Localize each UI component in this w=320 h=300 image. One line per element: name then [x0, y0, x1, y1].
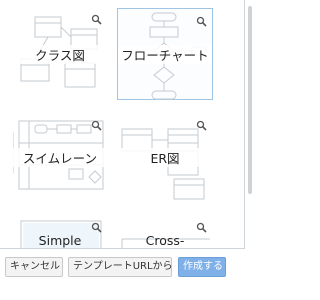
template-label: クラス図 — [13, 45, 107, 64]
template-class-diagram[interactable]: クラス図 — [12, 6, 108, 98]
template-er-diagram[interactable]: ER図 — [117, 112, 213, 204]
template-gallery: クラス図 フローチャート スイムレーン ER図 Simple Cross- — [0, 0, 245, 249]
cancel-button[interactable]: キャンセル — [5, 257, 63, 277]
magnify-icon[interactable] — [91, 218, 102, 233]
magnify-icon[interactable] — [91, 10, 102, 25]
template-simple[interactable]: Simple — [12, 214, 108, 248]
magnify-icon[interactable] — [196, 116, 207, 131]
create-button[interactable]: 作成する — [178, 257, 226, 277]
template-label: スイムレーン — [13, 148, 107, 167]
gallery-scrollbar[interactable] — [245, 0, 256, 248]
template-label: フローチャート — [118, 45, 212, 64]
template-swimlane[interactable]: スイムレーン — [12, 112, 108, 204]
template-cross-functional[interactable]: Cross- — [117, 214, 213, 248]
magnify-icon[interactable] — [196, 12, 207, 27]
template-label: Cross- — [145, 233, 185, 248]
scrollbar-thumb[interactable] — [248, 6, 252, 194]
template-flowchart[interactable]: フローチャート — [117, 8, 213, 100]
template-label: Simple — [38, 233, 82, 248]
magnify-icon[interactable] — [196, 218, 207, 233]
template-url-button[interactable]: テンプレートURLから — [68, 257, 173, 277]
template-label: ER図 — [118, 148, 212, 167]
magnify-icon[interactable] — [91, 116, 102, 131]
